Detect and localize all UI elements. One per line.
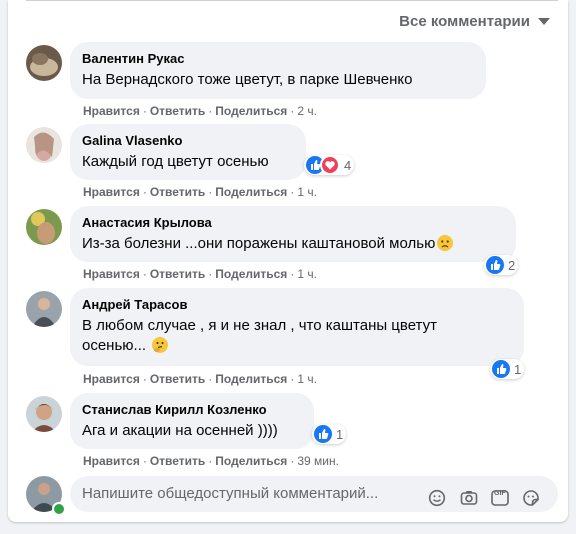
comment-text: На Вернадского тоже цветут, в парке Шевч…	[82, 71, 413, 88]
reaction-count: 1	[336, 426, 344, 442]
comment-author[interactable]: Станислав Кирилл Козленко	[82, 401, 302, 418]
comment-text: В любом случае , я и не знал , что кашта…	[82, 317, 437, 334]
gif-icon[interactable]: GIF	[491, 485, 509, 506]
comment-time[interactable]: 1 ч.	[297, 185, 317, 199]
caret-down-icon	[538, 18, 550, 25]
avatar-image	[26, 45, 62, 81]
comment-composer: Напишите общедоступный комментарий... GI…	[26, 476, 558, 516]
like-reaction-icon	[486, 256, 504, 274]
avatar[interactable]	[26, 127, 62, 163]
like-link[interactable]: Нравится	[83, 104, 140, 118]
separator: ·	[142, 454, 147, 468]
comment-bubble: Андрей Тарасов В любом случае , я и не з…	[70, 288, 524, 366]
share-link[interactable]: Поделиться	[215, 185, 287, 199]
comment-time[interactable]: 1 ч.	[297, 372, 317, 386]
reply-link[interactable]: Ответить	[150, 104, 205, 118]
comment-actions: Нравится · Ответить · Поделиться · 1 ч.	[83, 372, 317, 386]
camera-icon[interactable]	[460, 485, 478, 505]
reaction-count: 1	[514, 361, 522, 377]
reaction-summary[interactable]: 2	[484, 255, 519, 275]
reaction-count: 4	[344, 157, 352, 173]
comment-time[interactable]: 2 ч.	[297, 104, 317, 118]
like-reaction-icon	[492, 360, 510, 378]
online-status-indicator	[52, 502, 66, 516]
separator: ·	[142, 185, 147, 199]
sort-label: Все комментарии	[399, 13, 530, 30]
comment-author[interactable]: Валентин Рукас	[82, 50, 474, 67]
reply-link[interactable]: Ответить	[150, 372, 205, 386]
like-link[interactable]: Нравится	[83, 267, 140, 281]
reply-link[interactable]: Ответить	[150, 267, 205, 281]
separator: ·	[142, 267, 147, 281]
like-link[interactable]: Нравится	[83, 454, 140, 468]
like-link[interactable]: Нравится	[83, 185, 140, 199]
disappointed-emoji-icon	[437, 235, 454, 251]
separator: ·	[208, 454, 213, 468]
reply-link[interactable]: Ответить	[150, 454, 205, 468]
separator: ·	[208, 267, 213, 281]
reaction-summary[interactable]: 1	[312, 424, 347, 444]
comment-text: Из-за болезни ...они поражены каштановой…	[82, 235, 436, 252]
comment-author[interactable]: Galina Vlasenko	[82, 132, 294, 149]
separator: ·	[290, 267, 295, 281]
separator: ·	[208, 104, 213, 118]
comment-time[interactable]: 39 мин.	[297, 454, 339, 468]
like-reaction-icon	[314, 425, 332, 443]
comment-text-line: Из-за болезни ...они поражены каштановой…	[82, 234, 504, 254]
separator: ·	[290, 454, 295, 468]
comment-actions: Нравится · Ответить · Поделиться · 2 ч.	[83, 104, 317, 118]
separator: ·	[208, 372, 213, 386]
comment-text-continued: осенью...	[82, 337, 147, 354]
comment-text: Ага и акации на осенней ))))	[82, 422, 278, 439]
comment-text: Каждый год цветут осенью	[82, 153, 269, 170]
comment-time[interactable]: 1 ч.	[297, 267, 317, 281]
gif-label: GIF	[494, 490, 506, 497]
comment-input[interactable]: Напишите общедоступный комментарий... GI…	[70, 476, 558, 512]
sticker-icon[interactable]	[522, 485, 540, 506]
avatar[interactable]	[26, 209, 62, 245]
like-link[interactable]: Нравится	[83, 372, 140, 386]
separator: ·	[208, 185, 213, 199]
separator: ·	[290, 372, 295, 386]
share-link[interactable]: Поделиться	[215, 372, 287, 386]
comment-bubble: Валентин Рукас На Вернадского тоже цвету…	[70, 42, 486, 99]
avatar[interactable]	[26, 396, 62, 432]
avatar-image	[26, 209, 62, 245]
separator: ·	[290, 185, 295, 199]
share-link[interactable]: Поделиться	[215, 454, 287, 468]
comment-bubble: Анастасия Крылова Из-за болезни ...они п…	[70, 206, 516, 262]
share-link[interactable]: Поделиться	[215, 267, 287, 281]
comment-author[interactable]: Андрей Тарасов	[82, 296, 512, 313]
love-reaction-icon	[320, 155, 340, 175]
comments-panel: Все комментарии Валентин Рукас На Вернад…	[8, 0, 568, 522]
comment-text-line-2: осенью...	[82, 336, 512, 356]
share-link[interactable]: Поделиться	[215, 104, 287, 118]
comment-actions: Нравится · Ответить · Поделиться · 1 ч.	[83, 267, 317, 281]
sort-comments-dropdown[interactable]: Все комментарии	[399, 13, 550, 30]
separator: ·	[142, 372, 147, 386]
comment-bubble: Galina Vlasenko Каждый год цветут осенью	[70, 124, 306, 180]
avatar[interactable]	[26, 45, 62, 81]
comment-bubble: Станислав Кирилл Козленко Ага и акации н…	[70, 393, 314, 449]
comment-input-placeholder: Напишите общедоступный комментарий...	[82, 485, 379, 502]
avatar-image	[26, 396, 62, 432]
reaction-summary[interactable]: 4	[304, 155, 355, 175]
reaction-summary[interactable]: 1	[490, 359, 525, 379]
avatar[interactable]	[26, 291, 62, 327]
comment-author[interactable]: Анастасия Крылова	[82, 214, 504, 231]
comment-actions: Нравится · Ответить · Поделиться · 1 ч.	[83, 185, 317, 199]
reply-link[interactable]: Ответить	[150, 185, 205, 199]
comment-actions: Нравится · Ответить · Поделиться · 39 мин.	[83, 454, 339, 468]
separator: ·	[142, 104, 147, 118]
reaction-count: 2	[508, 257, 516, 273]
avatar-image	[26, 127, 62, 163]
emoji-icon[interactable]	[428, 485, 446, 507]
avatar-image	[26, 291, 62, 327]
separator: ·	[290, 104, 295, 118]
top-divider	[26, 0, 558, 1]
thinking-emoji-icon	[152, 337, 169, 353]
